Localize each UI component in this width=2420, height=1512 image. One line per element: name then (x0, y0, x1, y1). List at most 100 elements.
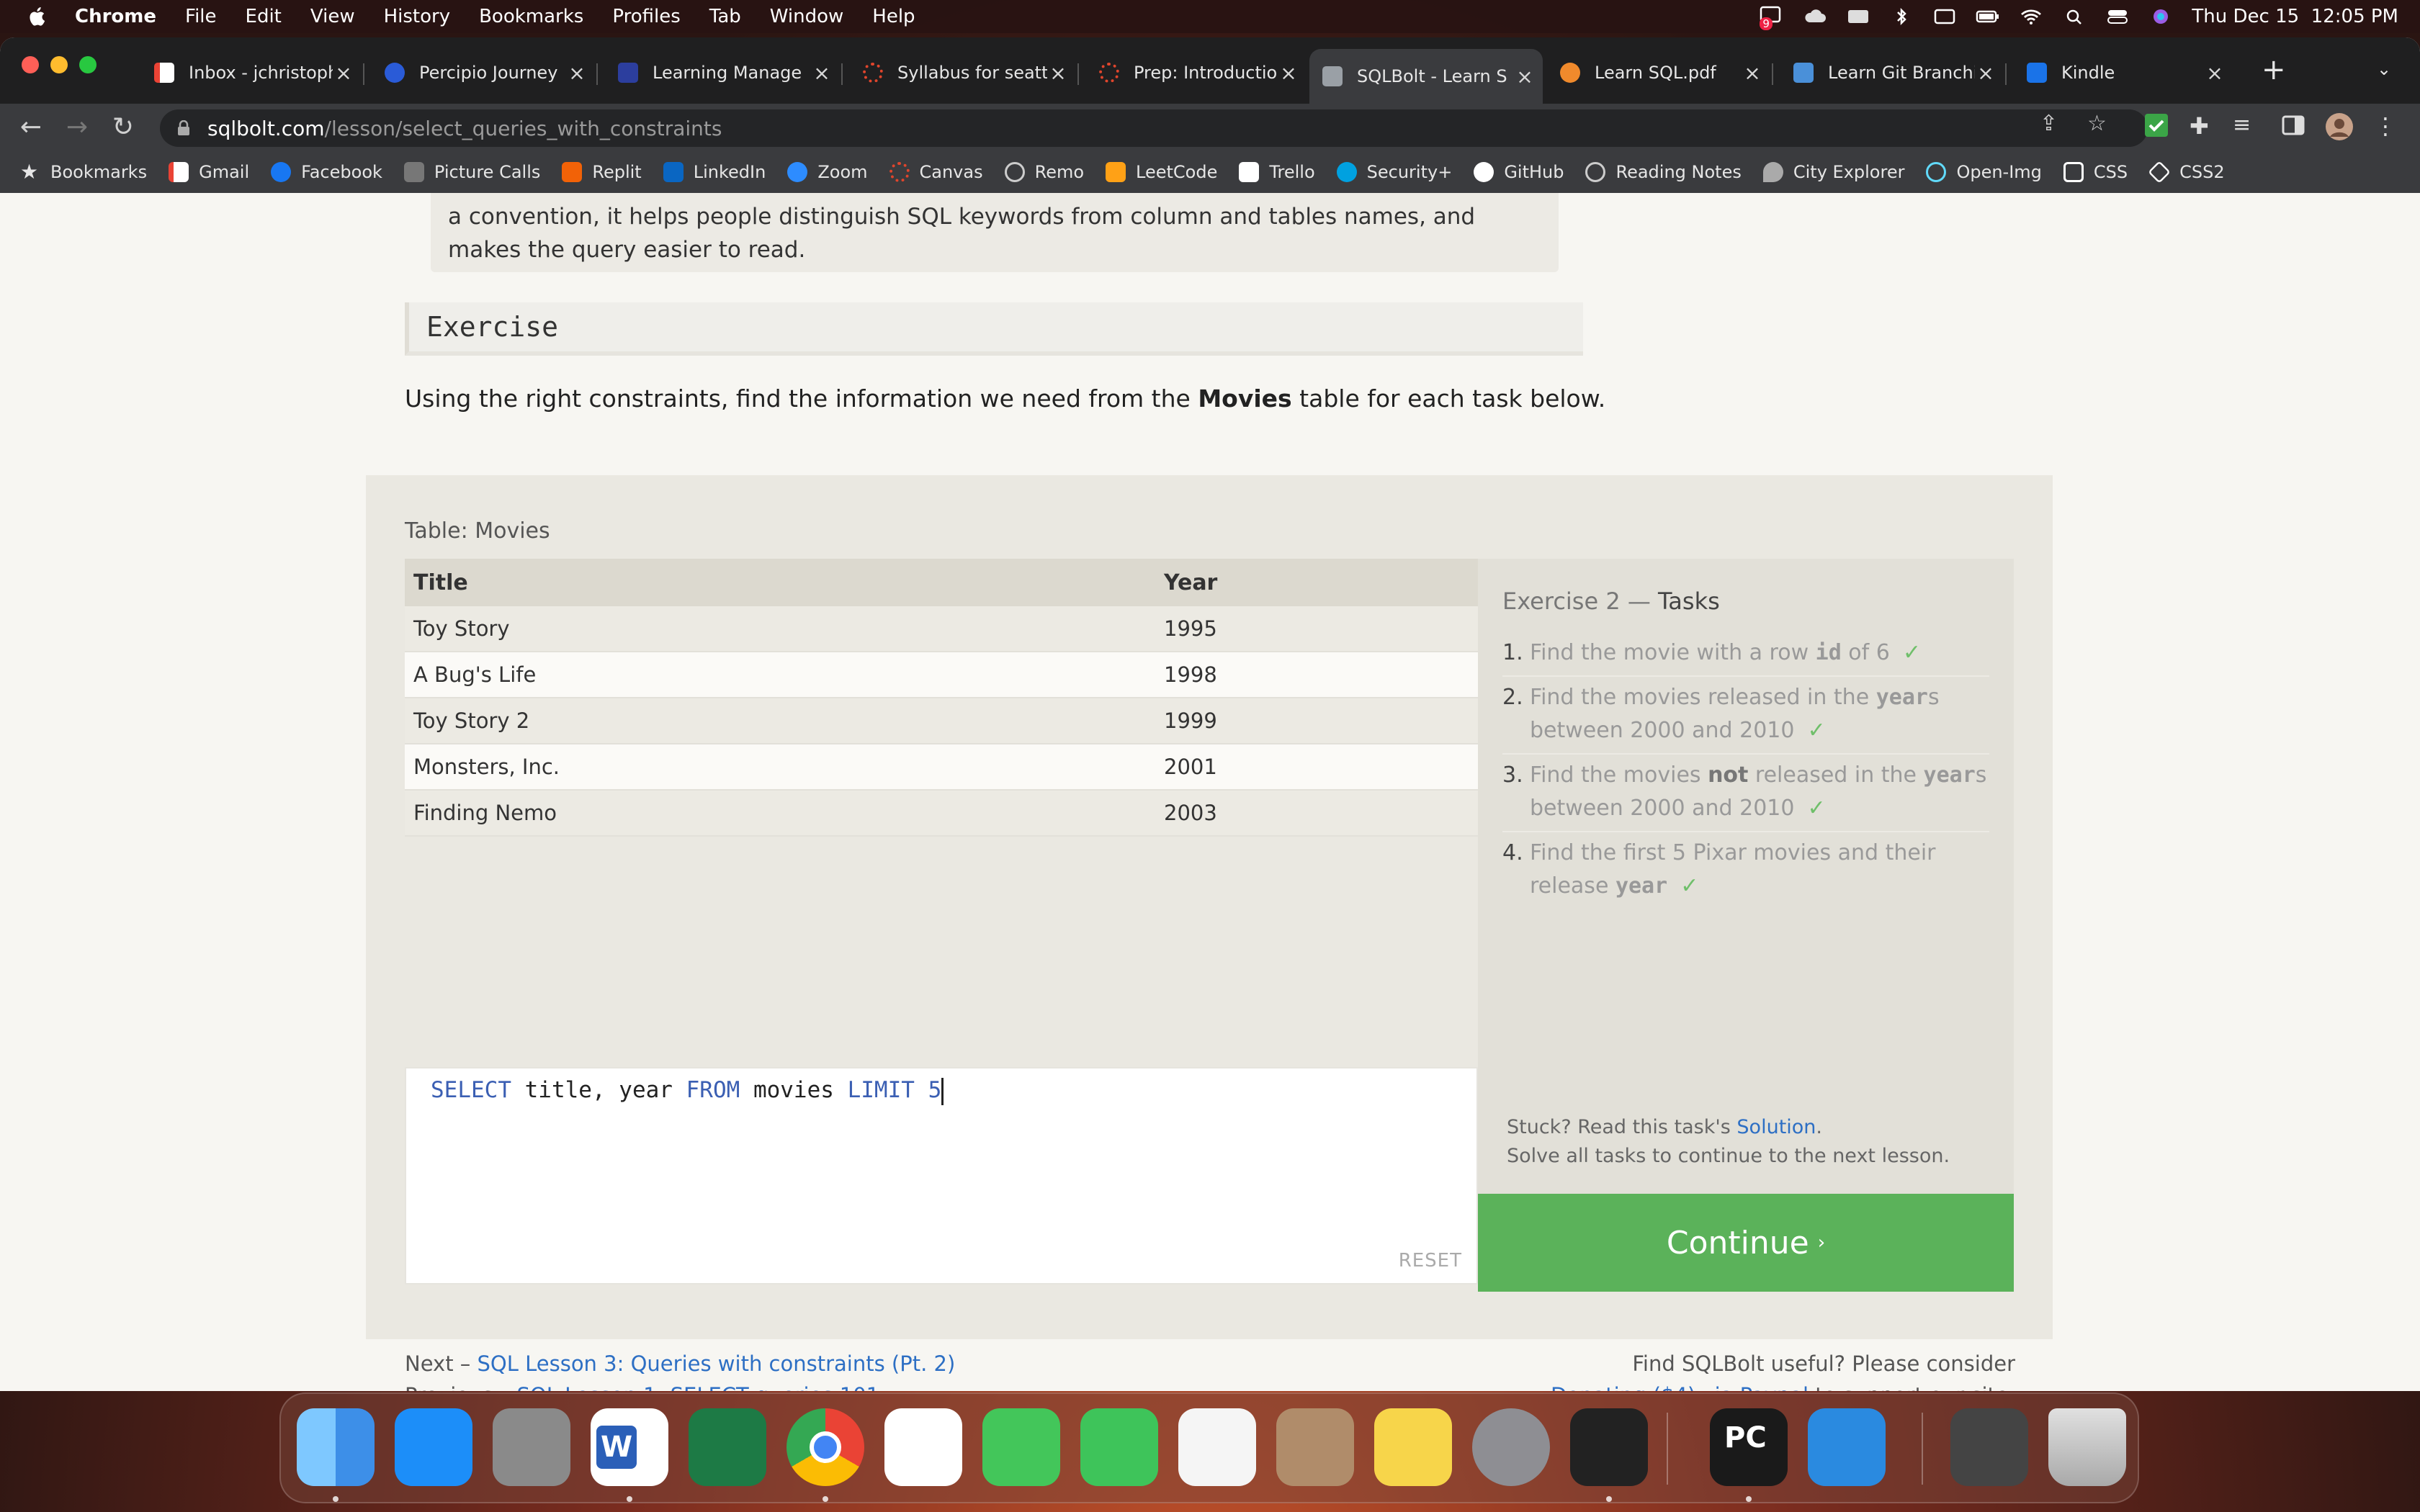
chrome-icon[interactable] (786, 1408, 864, 1486)
sql-editor[interactable]: SELECT title, year FROM movies LIMIT 5 R… (405, 1067, 1478, 1284)
donate-link[interactable]: Donating ($4) via Paypal (1551, 1383, 1809, 1391)
bookmark-reading-notes[interactable]: Reading Notes (1585, 162, 1742, 182)
tab-percipio[interactable]: Percipio Journey × (372, 50, 595, 95)
notification-badge-icon[interactable]: 9 (1760, 6, 1784, 30)
menu-bookmarks[interactable]: Bookmarks (479, 6, 583, 27)
bookmark-open-img[interactable]: Open-Img (1926, 162, 2042, 182)
new-tab-button[interactable]: + (2262, 53, 2286, 86)
extension-check-icon[interactable] (2143, 112, 2172, 141)
bookmark-star-icon[interactable]: ☆ (2087, 111, 2107, 136)
tab-close-icon[interactable]: × (1514, 65, 1536, 89)
bookmark-github[interactable]: GitHub (1474, 162, 1564, 182)
word-icon[interactable]: W (591, 1408, 668, 1486)
tab-close-icon[interactable]: × (566, 61, 588, 85)
bookmark-remo[interactable]: Remo (1004, 162, 1084, 182)
pycharm-window-thumbnail-icon[interactable] (1950, 1408, 2028, 1486)
next-lesson-link[interactable]: SQL Lesson 3: Queries with constraints (… (478, 1351, 956, 1376)
control-center-icon[interactable] (2105, 8, 2130, 25)
bookmark-bookmarks[interactable]: ★ Bookmarks (20, 162, 147, 183)
menu-edit[interactable]: Edit (246, 6, 282, 27)
spotlight-icon[interactable] (2062, 8, 2087, 25)
menu-history[interactable]: History (384, 6, 451, 27)
menu-help[interactable]: Help (872, 6, 915, 27)
lock-icon[interactable] (177, 120, 190, 136)
slack-icon[interactable] (884, 1408, 962, 1486)
tab-syllabus[interactable]: Syllabus for seatt × (850, 50, 1076, 95)
battery-icon[interactable] (1976, 8, 2000, 25)
menu-profiles[interactable]: Profiles (612, 6, 680, 27)
vscode-icon[interactable] (1808, 1408, 1886, 1486)
address-bar[interactable]: sqlbolt.com /lesson/select_queries_with_… (160, 109, 2148, 147)
tab-close-icon[interactable]: × (1975, 61, 1996, 85)
tab-learning-management[interactable]: Learning Manage × (605, 50, 840, 95)
continue-button[interactable]: Continue › (1478, 1194, 2014, 1292)
tab-sqlbolt[interactable]: SQLBolt - Learn S × (1309, 49, 1543, 104)
bookmark-replit[interactable]: Replit (562, 162, 642, 182)
share-icon[interactable]: ⇪ (2040, 111, 2058, 136)
extensions-puzzle-icon[interactable]: ✚ (2190, 112, 2218, 141)
back-button[interactable]: ← (16, 112, 46, 142)
menu-view[interactable]: View (310, 6, 355, 27)
bookmark-facebook[interactable]: Facebook (271, 162, 382, 182)
siri-icon[interactable] (2148, 8, 2173, 25)
menu-window[interactable]: Window (770, 6, 844, 27)
menu-tab[interactable]: Tab (709, 6, 741, 27)
tab-learn-git-branching[interactable]: Learn Git Branchi × (1780, 50, 2004, 95)
tab-close-icon[interactable]: × (333, 61, 354, 85)
contacts-icon[interactable] (1276, 1408, 1354, 1486)
bookmark-city-explorer[interactable]: City Explorer (1762, 162, 1904, 182)
bluetooth-icon[interactable] (1889, 8, 1914, 25)
bookmark-css[interactable]: CSS (2063, 162, 2128, 182)
pycharm-icon[interactable]: PC (1710, 1408, 1788, 1486)
tab-close-icon[interactable]: × (1742, 61, 1763, 85)
previous-lesson-link[interactable]: SQL Lesson 1: SELECT queries 101 (517, 1383, 880, 1391)
clock[interactable]: Thu Dec 15 12:05 PM (2192, 6, 2398, 27)
solution-link[interactable]: Solution (1736, 1116, 1816, 1138)
launchpad-icon[interactable] (493, 1408, 570, 1486)
bookmark-trello[interactable]: Trello (1239, 162, 1315, 182)
bookmark-picture-calls[interactable]: Picture Calls (403, 162, 540, 182)
bookmark-linkedin[interactable]: LinkedIn (663, 162, 766, 182)
tab-close-icon[interactable]: × (1047, 61, 1069, 85)
system-preferences-icon[interactable] (1472, 1408, 1550, 1486)
facetime-icon[interactable] (1080, 1408, 1158, 1486)
messages-icon[interactable] (982, 1408, 1060, 1486)
tab-close-icon[interactable]: × (2204, 61, 2226, 85)
minimize-window-button[interactable] (50, 56, 68, 73)
menu-file[interactable]: File (185, 6, 217, 27)
media-control-icon[interactable]: ≡ (2233, 112, 2262, 141)
apple-icon[interactable] (27, 6, 49, 27)
tab-search-chevron-icon[interactable]: ⌄ (2377, 59, 2391, 79)
menu-app-name[interactable]: Chrome (75, 6, 156, 27)
profile-avatar[interactable] (2325, 112, 2354, 141)
display-icon[interactable] (1932, 8, 1957, 25)
reset-button[interactable]: RESET (1399, 1250, 1462, 1272)
bookmark-canvas[interactable]: Canvas (889, 162, 983, 182)
bookmark-security-plus[interactable]: Security+ (1336, 162, 1452, 182)
close-window-button[interactable] (22, 56, 39, 73)
tab-learn-sql-pdf[interactable]: Learn SQL.pdf × (1547, 50, 1770, 95)
icloud-icon[interactable] (1803, 8, 1827, 25)
terminal-icon[interactable] (1570, 1408, 1648, 1486)
tab-kindle[interactable]: Kindle × (2014, 50, 2233, 95)
page-viewport[interactable]: a convention, it helps people distinguis… (0, 193, 2420, 1391)
bookmark-gmail[interactable]: Gmail (169, 162, 249, 182)
tab-prep-introduction[interactable]: Prep: Introductior × (1086, 50, 1307, 95)
tab-inbox[interactable]: Inbox - jchristoph × (141, 50, 362, 95)
excel-icon[interactable] (689, 1408, 766, 1486)
tab-close-icon[interactable]: × (1278, 61, 1299, 85)
forward-button[interactable]: → (62, 112, 92, 142)
photos-icon[interactable] (1178, 1408, 1256, 1486)
zoom-window-button[interactable] (79, 56, 97, 73)
side-panel-icon[interactable] (2280, 112, 2309, 141)
wifi-icon[interactable] (2019, 8, 2043, 25)
app-store-icon[interactable] (395, 1408, 472, 1486)
reload-button[interactable]: ↻ (108, 112, 138, 142)
finder-icon[interactable] (297, 1408, 375, 1486)
tab-close-icon[interactable]: × (811, 61, 833, 85)
bookmark-zoom[interactable]: Zoom (787, 162, 868, 182)
bookmark-css2[interactable]: CSS2 (2148, 161, 2225, 184)
trash-icon[interactable] (2048, 1408, 2126, 1486)
keyboard-icon[interactable] (1846, 8, 1870, 25)
notes-icon[interactable] (1374, 1408, 1452, 1486)
